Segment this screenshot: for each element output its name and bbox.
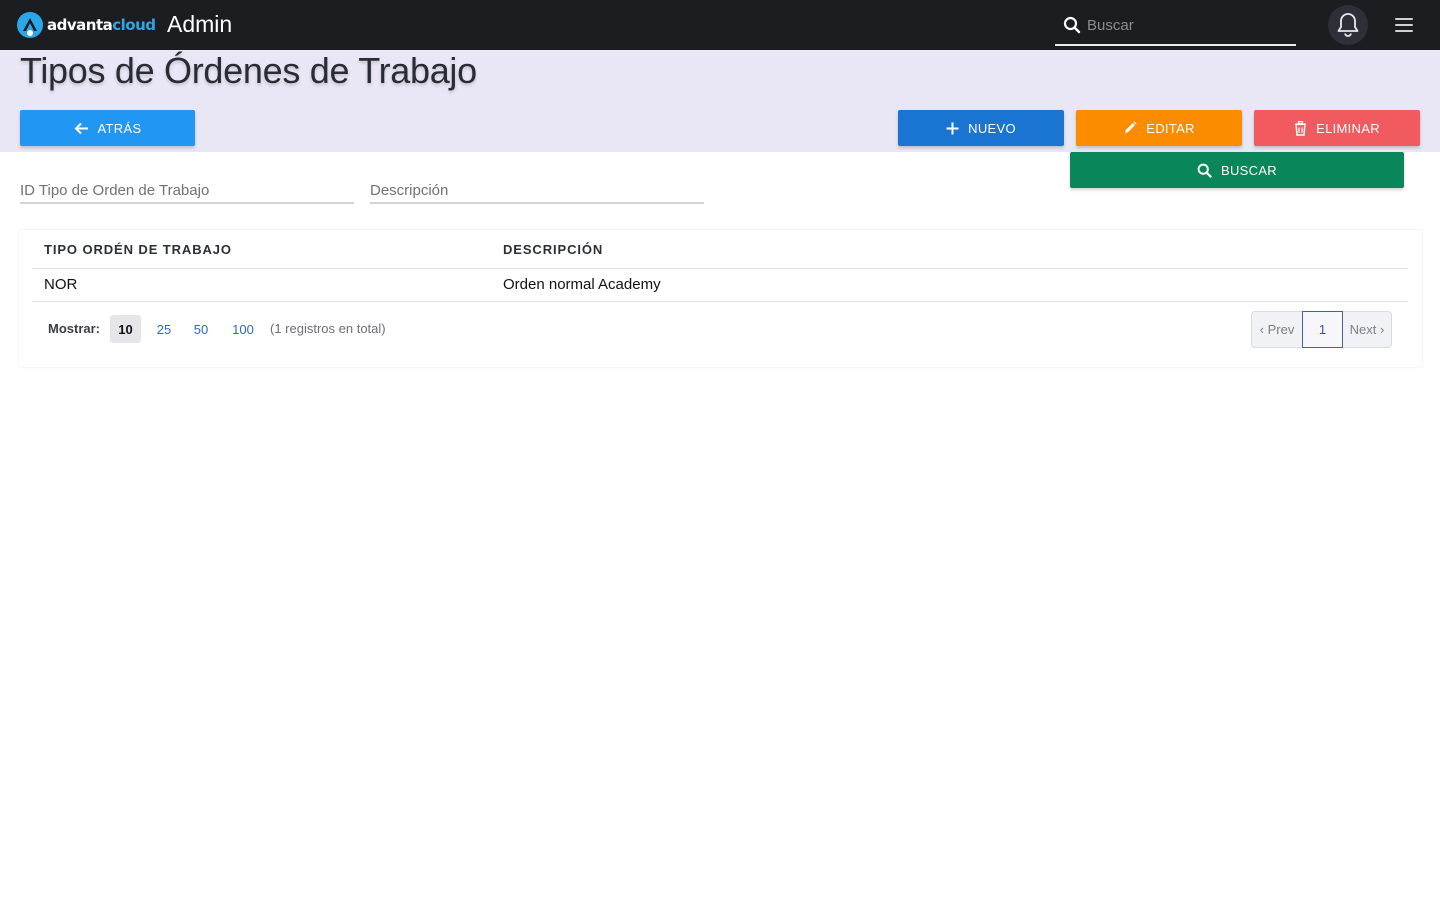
logo-text-part1: advanta bbox=[47, 16, 113, 34]
app-name: Admin bbox=[167, 11, 233, 37]
search-icon bbox=[1063, 16, 1081, 34]
logo-text-part2: cloud bbox=[112, 16, 156, 34]
global-search bbox=[1055, 4, 1296, 46]
id-filter-field bbox=[20, 178, 354, 204]
trash-icon bbox=[1295, 120, 1307, 136]
arrow-left-icon bbox=[74, 122, 88, 134]
total-records: (1 registros en total) bbox=[270, 321, 386, 336]
search-icon bbox=[1197, 163, 1212, 178]
page-size-label: Mostrar: bbox=[48, 321, 101, 336]
plus-icon bbox=[946, 122, 959, 134]
bell-icon bbox=[1337, 13, 1359, 37]
search-button[interactable]: BUSCAR bbox=[1070, 152, 1404, 188]
header-divider bbox=[32, 268, 1408, 269]
search-button-label: BUSCAR bbox=[1221, 162, 1277, 178]
delete-button-label: ELIMINAR bbox=[1316, 120, 1380, 136]
prev-page-button[interactable]: ‹ Prev bbox=[1252, 312, 1302, 347]
description-filter-input[interactable] bbox=[370, 178, 704, 202]
description-filter-field bbox=[370, 178, 704, 204]
new-button[interactable]: NUEVO bbox=[898, 110, 1064, 146]
page-size-100[interactable]: 100 bbox=[228, 315, 258, 343]
top-navbar: advantacloud Admin bbox=[0, 0, 1440, 50]
page-1-button[interactable]: 1 bbox=[1302, 311, 1343, 348]
search-input[interactable] bbox=[1087, 12, 1287, 38]
new-button-label: NUEVO bbox=[968, 120, 1016, 136]
pencil-icon bbox=[1125, 121, 1137, 133]
menu-bar bbox=[1395, 24, 1413, 26]
column-header-description[interactable]: DESCRIPCIÓN bbox=[503, 242, 603, 257]
back-button-label: ATRÁS bbox=[97, 120, 142, 136]
next-page-button[interactable]: Next › bbox=[1343, 312, 1391, 347]
menu-bar bbox=[1395, 18, 1413, 20]
page-size-10[interactable]: 10 bbox=[110, 315, 141, 343]
pagination: ‹ Prev 1 Next › bbox=[1251, 311, 1392, 348]
edit-button[interactable]: EDITAR bbox=[1076, 110, 1242, 146]
page-title: Tipos de Órdenes de Trabajo bbox=[20, 50, 477, 91]
table-cell-type[interactable]: NOR bbox=[44, 276, 77, 293]
id-filter-input[interactable] bbox=[20, 178, 354, 202]
logo[interactable]: advantacloud bbox=[16, 11, 156, 39]
notifications-button[interactable] bbox=[1328, 5, 1368, 45]
hamburger-menu-icon[interactable] bbox=[1393, 15, 1415, 35]
back-button[interactable]: ATRÁS bbox=[20, 110, 195, 146]
menu-bar bbox=[1395, 30, 1413, 32]
delete-button[interactable]: ELIMINAR bbox=[1254, 110, 1420, 146]
row-divider bbox=[32, 301, 1408, 302]
column-header-type[interactable]: TIPO ORDÉN DE TRABAJO bbox=[44, 242, 232, 257]
edit-button-label: EDITAR bbox=[1146, 120, 1195, 136]
page-size-50[interactable]: 50 bbox=[187, 315, 215, 343]
table-cell-description[interactable]: Orden normal Academy bbox=[503, 276, 661, 293]
page-size-25[interactable]: 25 bbox=[150, 315, 178, 343]
advanta-logo-icon bbox=[17, 12, 43, 38]
logo-text: advantacloud bbox=[47, 16, 156, 34]
